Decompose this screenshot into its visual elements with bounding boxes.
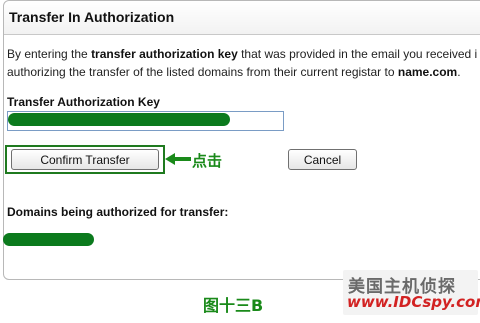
watermark-url: www.IDCspy.com (347, 293, 480, 311)
intro-emphasis-key: transfer authorization key (91, 47, 238, 61)
panel-header: Transfer In Authorization (4, 1, 480, 35)
intro-text: By entering the transfer authorization k… (7, 45, 477, 81)
redacted-key-value (8, 113, 230, 126)
intro-line-1: By entering the transfer authorization k… (7, 47, 478, 61)
pointer-arrow-icon (165, 153, 191, 165)
cancel-button[interactable]: Cancel (288, 149, 357, 170)
figure-caption: 图十三B (203, 296, 264, 315)
domains-label: Domains being authorized for transfer: (7, 205, 229, 219)
click-annotation: 点击 (192, 152, 223, 170)
registrar-name: name.com (397, 65, 458, 79)
panel-title: Transfer In Authorization (9, 9, 175, 25)
site-watermark: 美国主机侦探 www.IDCspy.com (343, 270, 480, 315)
page: Transfer In Authorization By entering th… (0, 0, 480, 323)
key-field-label: Transfer Authorization Key (7, 95, 160, 109)
intro-line-2: authorizing the transfer of the listed d… (7, 65, 461, 79)
confirm-transfer-button[interactable]: Confirm Transfer (11, 149, 159, 170)
redacted-domain-list (3, 233, 94, 246)
